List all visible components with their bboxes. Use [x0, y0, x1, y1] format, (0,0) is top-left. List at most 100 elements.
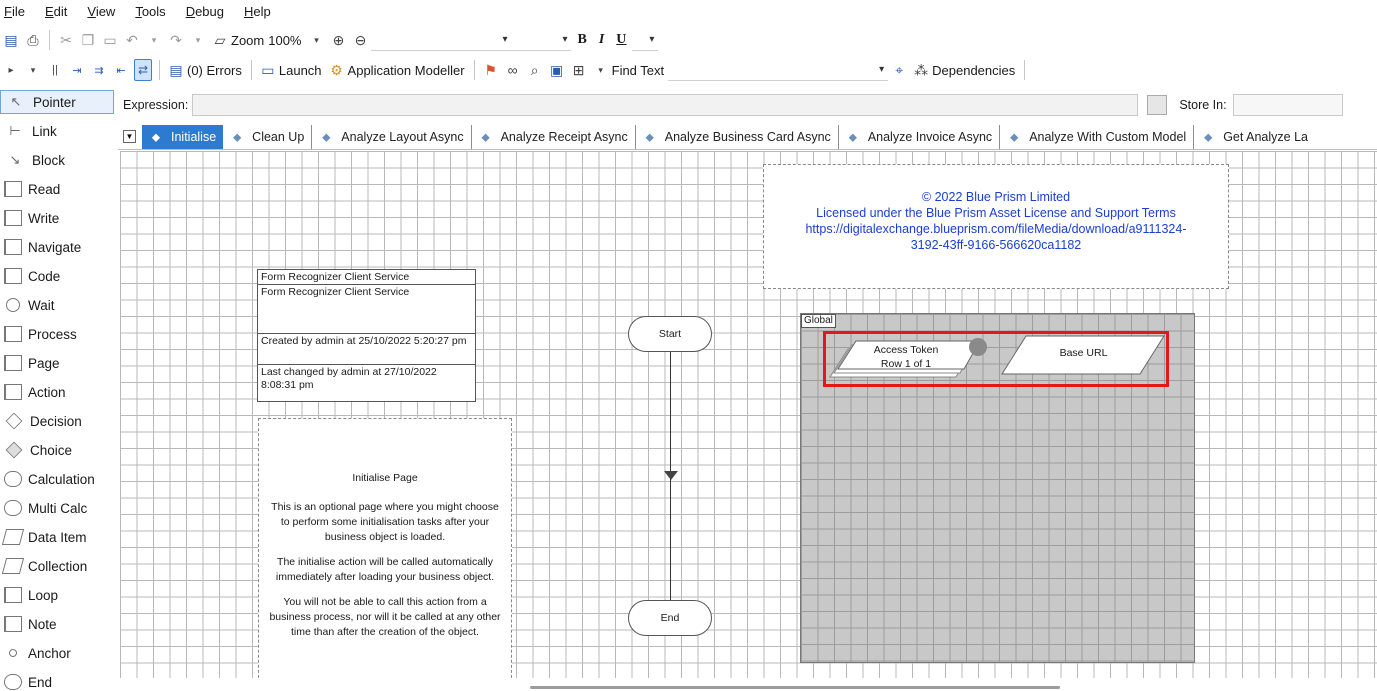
menu-help[interactable]: Help [244, 4, 271, 19]
cut-icon[interactable]: ✂ [57, 29, 75, 51]
step-out-icon[interactable]: ⇤ [112, 59, 130, 81]
license-url-line: https://digitalexchange.blueprism.com/fi… [805, 222, 1187, 236]
navigate-icon [4, 239, 22, 255]
text-color-select[interactable]: ▾ [632, 29, 659, 51]
run-dropdown-icon[interactable]: ▾ [24, 59, 42, 81]
zoom-out-icon[interactable]: ⊖ [351, 29, 369, 51]
palette-navigate[interactable]: Navigate [0, 235, 114, 259]
font-size-select[interactable]: ▾ [511, 29, 572, 51]
palette-page[interactable]: Page [0, 351, 114, 375]
horizontal-scrollbar[interactable] [120, 678, 1377, 691]
tab-analyze-invoice-async[interactable]: ⬥ Analyze Invoice Async [839, 124, 1001, 149]
tab-clean-up[interactable]: ⬥ Clean Up [223, 124, 313, 149]
errors-icon[interactable]: ▤ [167, 59, 185, 81]
tab-analyze-business-card-async[interactable]: ⬥ Analyze Business Card Async [636, 124, 839, 149]
app-modeller-button[interactable]: Application Modeller [348, 63, 465, 78]
breakpoint-flag-icon[interactable]: ⚑ [482, 59, 500, 81]
save-icon[interactable]: ▤ [2, 29, 20, 51]
errors-button[interactable]: (0) Errors [187, 63, 242, 78]
palette-decision[interactable]: Decision [0, 409, 114, 433]
palette-end[interactable]: End [0, 670, 114, 691]
scrollbar-thumb[interactable] [530, 686, 1060, 689]
zoom-dropdown-icon[interactable]: ▾ [307, 29, 325, 51]
palette-data-item[interactable]: Data Item [0, 525, 114, 549]
palette-write[interactable]: Write [0, 206, 114, 230]
menu-edit[interactable]: Edit [45, 4, 67, 19]
tab-label: Analyze Receipt Async [500, 129, 628, 144]
palette-process[interactable]: Process [0, 322, 114, 346]
reset-icon[interactable]: ⇄ [134, 59, 152, 81]
copy-icon[interactable]: ❐ [79, 29, 97, 51]
palette-block[interactable]: ↘ Block [0, 148, 114, 172]
tab-get-analyze[interactable]: ⬥ Get Analyze La [1194, 125, 1315, 149]
expression-input[interactable] [192, 94, 1139, 116]
watch-icon[interactable]: ∞ [504, 59, 522, 81]
find-icon[interactable]: ⌕ [526, 59, 544, 81]
underline-button[interactable]: U [616, 32, 626, 48]
store-in-input[interactable] [1232, 94, 1343, 116]
pause-icon[interactable]: || [46, 59, 64, 81]
app-window: File Edit View Tools Debug Help ▤ ⎙ ✂ ❐ … [0, 0, 1377, 691]
font-family-select[interactable]: ▾ [371, 29, 512, 51]
copyright-note[interactable]: © 2022 Blue Prism Limited Licensed under… [763, 164, 1229, 289]
print-icon[interactable]: ⎙ [24, 29, 42, 51]
page-icon: ⬥ [322, 129, 331, 144]
palette-loop[interactable]: Loop [0, 583, 114, 607]
launch-button[interactable]: Launch [279, 63, 322, 78]
menu-debug[interactable]: Debug [186, 4, 224, 19]
app-modeller-icon[interactable]: ⚙ [328, 59, 346, 81]
license-url-line: 3192-43ff-9166-566620ca1182 [910, 238, 1082, 252]
palette-read[interactable]: Read [0, 177, 114, 201]
tab-list-dropdown[interactable]: ▼ [123, 130, 136, 143]
process-canvas[interactable]: Form Recognizer Client Service Form Reco… [120, 151, 1377, 678]
palette-wait[interactable]: Wait [0, 293, 114, 317]
menu-view[interactable]: View [87, 4, 115, 19]
step-over-icon[interactable]: ⇉ [90, 59, 108, 81]
palette-choice[interactable]: Choice [0, 438, 114, 462]
redo-icon[interactable]: ↷ [167, 29, 185, 51]
palette-anchor[interactable]: Anchor [0, 641, 114, 665]
grid-dropdown-icon[interactable]: ▾ [592, 59, 610, 81]
italic-button[interactable]: I [599, 32, 604, 48]
launch-icon[interactable]: ▭ [259, 59, 277, 81]
paste-icon[interactable]: ▭ [101, 29, 119, 51]
palette-calculation[interactable]: Calculation [0, 467, 114, 491]
palette-label: Choice [30, 442, 73, 458]
tab-analyze-receipt-async[interactable]: ⬥ Analyze Receipt Async [472, 124, 636, 149]
zoom-value[interactable]: 100% [268, 33, 301, 48]
palette-action[interactable]: Action [0, 380, 114, 404]
zoom-in-icon[interactable]: ⊕ [329, 29, 347, 51]
undo-icon[interactable]: ↶ [123, 29, 141, 51]
end-stage[interactable]: End [628, 600, 712, 636]
grid-icon[interactable]: ⊞ [570, 59, 588, 81]
dependencies-icon[interactable]: ⁂ [912, 59, 930, 81]
find-text-input[interactable]: ▾ [668, 59, 889, 81]
palette-collection[interactable]: Collection [0, 554, 114, 578]
initialise-note[interactable]: Initialise Page This is an optional page… [258, 418, 512, 678]
palette-link[interactable]: ⊢ Link [0, 119, 114, 143]
menu-file[interactable]: File [4, 4, 25, 19]
tab-analyze-with-custom-model[interactable]: ⬥ Analyze With Custom Model [1000, 124, 1195, 149]
run-icon[interactable]: ▸ [2, 59, 20, 81]
zoom-page-icon[interactable]: ▱ [211, 29, 229, 51]
palette-multi-calc[interactable]: Multi Calc [0, 496, 114, 520]
palette-note[interactable]: Note [0, 612, 114, 636]
expression-bar: Expression: Store In: [118, 90, 1377, 120]
palette-code[interactable]: Code [0, 264, 114, 288]
undo-dropdown-icon[interactable]: ▾ [145, 29, 163, 51]
step-icon[interactable]: ⇥ [68, 59, 86, 81]
dependencies-button[interactable]: Dependencies [932, 63, 1015, 78]
info-box[interactable]: Form Recognizer Client Service Form Reco… [257, 269, 476, 402]
block-icon: ↘ [9, 152, 21, 167]
redo-dropdown-icon[interactable]: ▾ [189, 29, 207, 51]
start-stage[interactable]: Start [628, 316, 712, 352]
expression-builder-button[interactable] [1147, 95, 1168, 115]
tab-analyze-layout-async[interactable]: ⬥ Analyze Layout Async [312, 124, 472, 149]
data-item-icon [1, 529, 25, 545]
binoculars-icon[interactable]: ⌖ [890, 59, 908, 81]
palette-pointer[interactable]: ↖ Pointer [0, 90, 114, 114]
menu-tools[interactable]: Tools [135, 4, 165, 19]
bold-button[interactable]: B [577, 32, 586, 48]
tab-initialise[interactable]: ⬥ Initialise [142, 124, 224, 149]
panel-icon[interactable]: ▣ [548, 59, 566, 81]
